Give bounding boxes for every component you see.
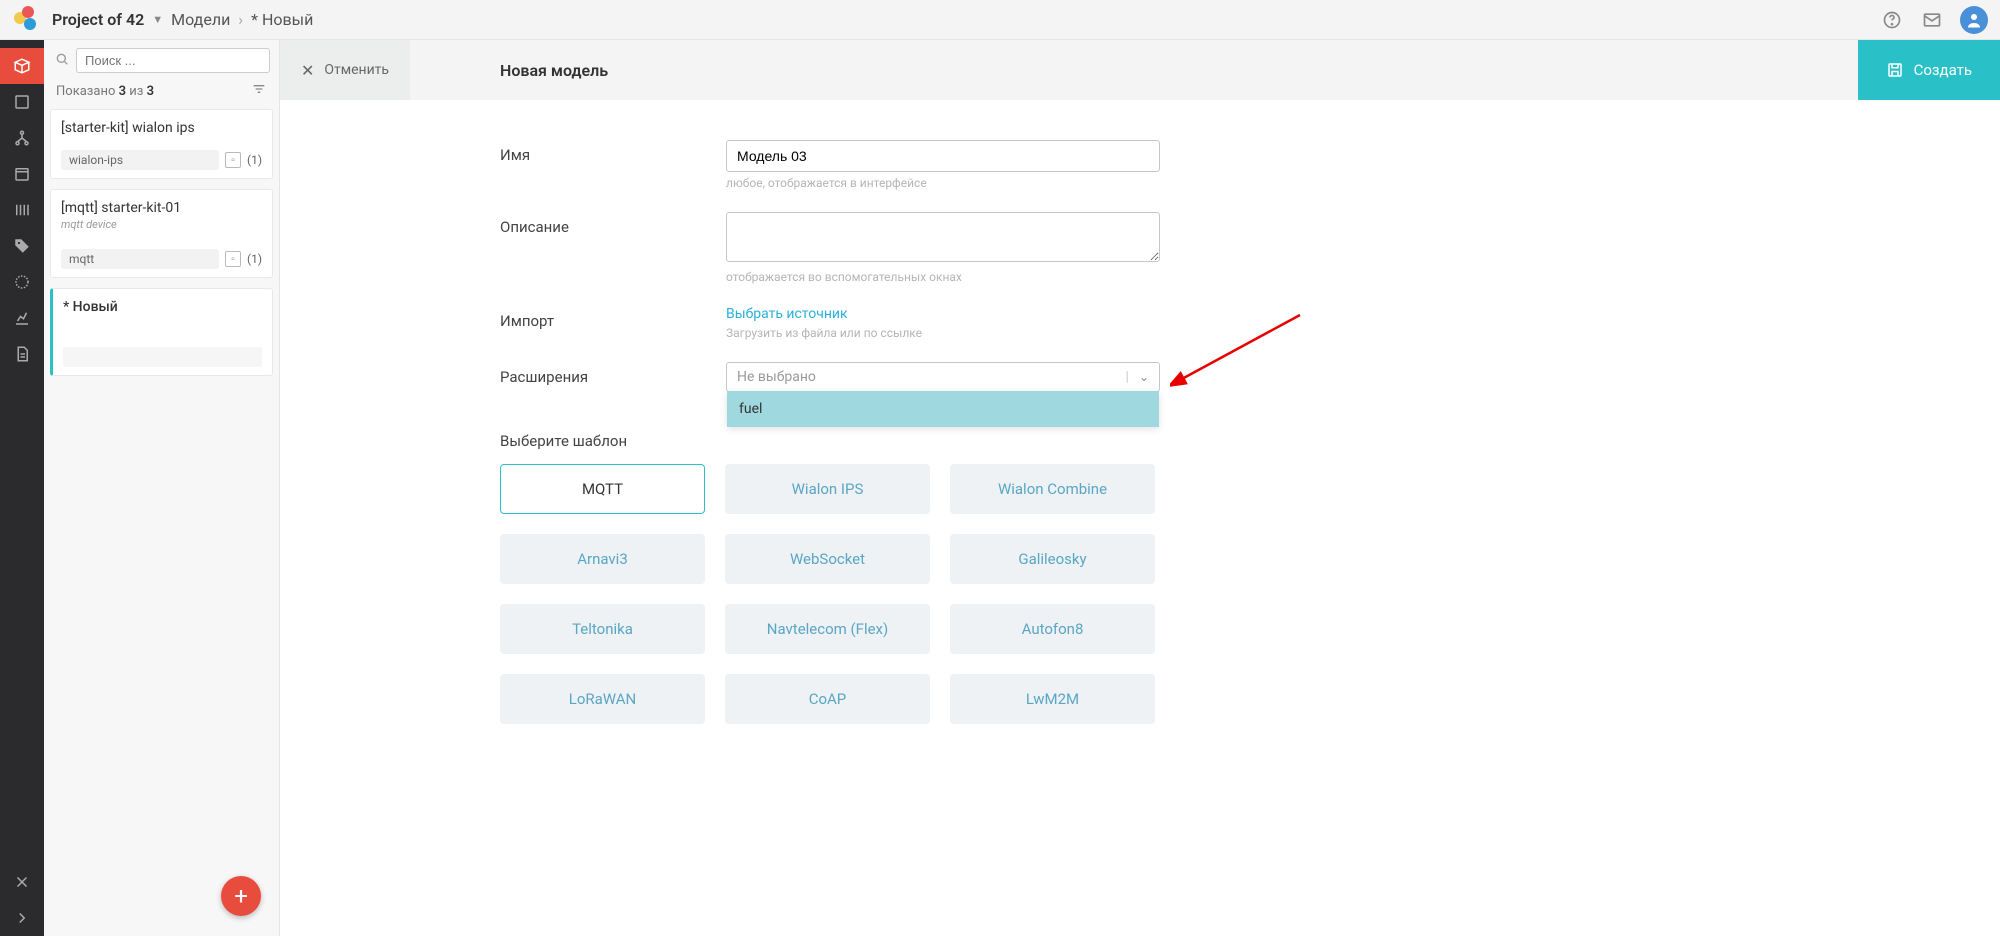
card-title: [starter-kit] wialon ips — [61, 120, 262, 136]
label-template: Выберите шаблон — [500, 432, 726, 450]
shown-count: Показано 3 из 3 — [56, 84, 154, 99]
square-icon: ▫ — [225, 152, 241, 168]
square-icon: ▫ — [225, 251, 241, 267]
rail-item-collapse[interactable] — [0, 900, 44, 936]
rail-item-file[interactable] — [0, 336, 44, 372]
template-galileosky[interactable]: Galileosky — [950, 534, 1155, 584]
main-panel: ✕ Отменить Новая модель Создать Имя любо… — [280, 40, 2000, 936]
template-autofon8[interactable]: Autofon8 — [950, 604, 1155, 654]
help-icon[interactable] — [1880, 8, 1904, 32]
rail-item-dashboard[interactable] — [0, 84, 44, 120]
chevron-down-icon: ⌄ — [1139, 370, 1149, 384]
sidebar: Показано 3 из 3 [starter-kit] wialon ips… — [44, 40, 280, 936]
name-hint: любое, отображается в интерфейсе — [726, 176, 1160, 190]
rail-item-calendar[interactable] — [0, 156, 44, 192]
rail-item-tree[interactable] — [0, 120, 44, 156]
breadcrumb: Project of 42 ▼ Модели › * Новый — [52, 10, 313, 29]
user-avatar[interactable] — [1960, 6, 1988, 34]
card-count: (1) — [247, 252, 262, 266]
search-input[interactable] — [76, 48, 270, 73]
filter-icon[interactable] — [251, 81, 267, 101]
crumb-models[interactable]: Модели — [171, 10, 230, 29]
protocol-chip: mqtt — [61, 249, 219, 269]
model-card[interactable]: [starter-kit] wialon ips wialon-ips ▫ (1… — [50, 109, 273, 179]
dropdown-option-fuel[interactable]: fuel — [727, 391, 1159, 427]
template-lwm2m[interactable]: LwM2M — [950, 674, 1155, 724]
page-title: Новая модель — [500, 61, 608, 80]
extensions-select[interactable]: Не выбрано | ⌄ fuel — [726, 362, 1160, 392]
protocol-chip: wialon-ips — [61, 150, 219, 170]
import-hint: Загрузить из файла или по ссылке — [726, 326, 1160, 340]
create-label: Создать — [1914, 61, 1972, 79]
template-wialon-combine[interactable]: Wialon Combine — [950, 464, 1155, 514]
rail-item-tools[interactable] — [0, 864, 44, 900]
model-card[interactable]: [mqtt] starter-kit-01 mqtt device mqtt ▫… — [50, 189, 273, 278]
template-wialon-ips[interactable]: Wialon IPS — [725, 464, 930, 514]
select-placeholder: Не выбрано — [737, 369, 816, 385]
card-subtitle: mqtt device — [61, 218, 262, 231]
rail-item-box[interactable] — [0, 48, 44, 84]
add-button[interactable]: + — [221, 876, 261, 916]
label-name: Имя — [500, 140, 726, 190]
app-logo — [12, 6, 40, 34]
crumb-current: * Новый — [251, 10, 313, 29]
card-title: * Новый — [63, 299, 262, 315]
top-header: Project of 42 ▼ Модели › * Новый — [0, 0, 2000, 40]
search-icon — [54, 51, 70, 71]
cancel-label: Отменить — [324, 62, 389, 78]
mail-icon[interactable] — [1920, 8, 1944, 32]
template-websocket[interactable]: WebSocket — [725, 534, 930, 584]
template-lorawan[interactable]: LoRaWAN — [500, 674, 705, 724]
card-title: [mqtt] starter-kit-01 — [61, 200, 262, 216]
template-arnavi3[interactable]: Arnavi3 — [500, 534, 705, 584]
description-hint: отображается во вспомогательных окнах — [726, 270, 1160, 284]
close-icon: ✕ — [301, 61, 314, 80]
rail-item-globe[interactable] — [0, 264, 44, 300]
create-button[interactable]: Создать — [1858, 40, 2000, 100]
name-input[interactable] — [726, 140, 1160, 172]
label-description: Описание — [500, 212, 726, 284]
model-card-active[interactable]: * Новый — [50, 288, 273, 376]
select-separator: | — [1126, 369, 1129, 385]
import-link[interactable]: Выбрать источник — [726, 306, 1160, 322]
template-teltonika[interactable]: Teltonika — [500, 604, 705, 654]
template-mqtt[interactable]: MQTT — [500, 464, 705, 514]
save-icon — [1886, 61, 1904, 79]
extensions-dropdown: fuel — [727, 391, 1159, 427]
caret-down-icon[interactable]: ▼ — [152, 13, 163, 26]
rail-item-chart[interactable] — [0, 300, 44, 336]
nav-rail — [0, 40, 44, 936]
label-import: Импорт — [500, 306, 726, 340]
placeholder-row — [63, 347, 262, 367]
rail-item-tag[interactable] — [0, 228, 44, 264]
rail-item-grid[interactable] — [0, 192, 44, 228]
project-name[interactable]: Project of 42 — [52, 10, 144, 29]
card-count: (1) — [247, 153, 262, 167]
chevron-right-icon: › — [238, 10, 243, 29]
annotation-arrow — [1170, 310, 1310, 410]
main-header: ✕ Отменить Новая модель Создать — [280, 40, 2000, 100]
template-coap[interactable]: CoAP — [725, 674, 930, 724]
template-navtelecom[interactable]: Navtelecom (Flex) — [725, 604, 930, 654]
templates-grid: MQTT Wialon IPS Wialon Combine Arnavi3 W… — [500, 464, 1160, 724]
cancel-button[interactable]: ✕ Отменить — [280, 40, 410, 100]
description-input[interactable] — [726, 212, 1160, 262]
label-extensions: Расширения — [500, 362, 726, 392]
